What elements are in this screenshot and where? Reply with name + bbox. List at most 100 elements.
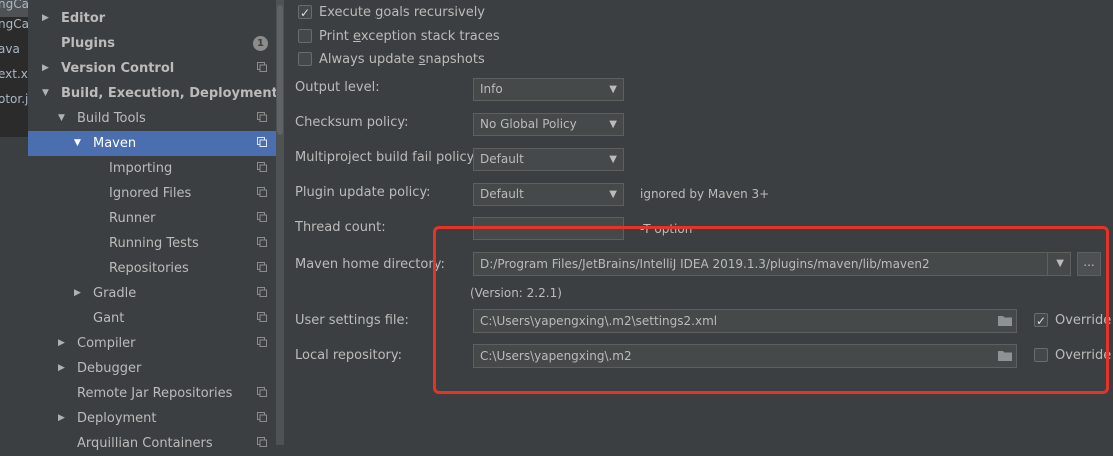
browse-maven-home-button[interactable]: ... bbox=[1077, 252, 1101, 276]
folder-icon[interactable] bbox=[998, 350, 1012, 361]
local-repository-label: Local repository: bbox=[295, 348, 402, 363]
checksum-policy-select[interactable]: No Global Policy ▼ bbox=[473, 113, 624, 136]
tree-item-build-execution-deployment[interactable]: ▼ Build, Execution, Deployment bbox=[28, 81, 278, 106]
tree-item-build-tools[interactable]: ▼ Build Tools bbox=[28, 106, 276, 131]
chevron-down-icon[interactable]: ▼ bbox=[58, 106, 65, 131]
checkbox-label: xception stack traces bbox=[360, 29, 500, 44]
override-checkbox[interactable] bbox=[1034, 310, 1048, 332]
tree-item-label: Editor bbox=[61, 11, 106, 26]
tree-item-plugins[interactable]: Plugins 1 bbox=[28, 31, 276, 56]
tree-item-editor[interactable]: ▶ Editor bbox=[28, 6, 276, 31]
tree-item-arquillian-containers[interactable]: Arquillian Containers bbox=[28, 431, 276, 456]
editor-tab[interactable]: ava bbox=[0, 37, 28, 62]
project-scope-icon bbox=[257, 137, 267, 147]
project-scope-icon bbox=[257, 237, 267, 247]
execute-goals-checkbox[interactable] bbox=[298, 2, 312, 24]
project-scope-icon bbox=[257, 287, 267, 297]
select-value: Default bbox=[480, 187, 524, 201]
user-settings-input[interactable]: C:\Users\yapengxing\.m2\settings2.xml bbox=[473, 309, 1017, 333]
select-value: Default bbox=[480, 152, 524, 166]
chevron-down-icon: ▼ bbox=[609, 189, 617, 200]
chevron-down-icon: ▼ bbox=[609, 154, 617, 165]
editor-tab-strip: ngCa ngCa ava ext.xr otor.ja bbox=[0, 0, 28, 445]
local-repository-override[interactable]: Override bbox=[1034, 345, 1111, 367]
tree-item-repositories[interactable]: Repositories bbox=[28, 256, 276, 281]
project-scope-icon bbox=[257, 262, 267, 272]
chevron-down-icon[interactable]: ▼ bbox=[42, 81, 49, 106]
project-scope-icon bbox=[257, 337, 267, 347]
editor-tab[interactable]: ext.xr bbox=[0, 62, 28, 87]
combo-separator bbox=[1047, 253, 1048, 275]
maven-settings-panel: Execute goals recursively Print exceptio… bbox=[284, 0, 1113, 445]
update-snapshots-checkbox[interactable] bbox=[298, 52, 312, 66]
override-label: Override bbox=[1055, 348, 1112, 363]
folder-icon[interactable] bbox=[998, 315, 1012, 326]
tree-item-compiler[interactable]: ▶ Compiler bbox=[28, 331, 276, 356]
update-count-badge: 1 bbox=[253, 36, 268, 51]
tree-item-label: Plugins bbox=[61, 36, 115, 51]
tree-item-label: Repositories bbox=[109, 261, 189, 276]
chevron-right-icon[interactable]: ▶ bbox=[58, 356, 65, 381]
settings-tree: ▶ Editor Plugins 1 ▶ Version Control ▼ Build, E… bbox=[28, 0, 278, 451]
output-level-select[interactable]: Info ▼ bbox=[473, 78, 624, 101]
tree-scrollbar[interactable] bbox=[276, 0, 284, 445]
thread-count-note: -T option bbox=[640, 222, 693, 236]
update-snapshots-checkbox-row[interactable]: Always update snapshots bbox=[298, 49, 485, 71]
tree-item-deployment[interactable]: ▶ Deployment bbox=[28, 406, 276, 431]
chevron-down-icon: ▼ bbox=[609, 84, 617, 95]
scrollbar-thumb[interactable] bbox=[277, 5, 283, 135]
editor-tab[interactable]: otor.ja bbox=[0, 87, 28, 112]
checksum-policy-label: Checksum policy: bbox=[295, 115, 409, 130]
tree-item-label: Build, Execution, Deployment bbox=[61, 86, 278, 101]
tree-item-running-tests[interactable]: Running Tests bbox=[28, 231, 276, 256]
tree-item-runner[interactable]: Runner bbox=[28, 206, 276, 231]
tree-item-label: Arquillian Containers bbox=[77, 436, 213, 451]
chevron-right-icon[interactable]: ▶ bbox=[58, 331, 65, 356]
editor-tab[interactable]: ngCa bbox=[0, 12, 28, 37]
maven-home-label: Maven home directory: bbox=[295, 257, 445, 272]
print-exception-checkbox[interactable] bbox=[298, 29, 312, 43]
tree-item-gant[interactable]: Gant bbox=[28, 306, 276, 331]
editor-strip-empty bbox=[0, 137, 28, 445]
chevron-down-icon[interactable]: ▼ bbox=[1056, 253, 1064, 275]
tree-item-label: Ignored Files bbox=[109, 186, 192, 201]
select-value: D:/Program Files/JetBrains/IntelliJ IDEA… bbox=[480, 257, 930, 271]
chevron-right-icon[interactable]: ▶ bbox=[42, 6, 49, 31]
tree-item-label: Version Control bbox=[61, 61, 175, 76]
tree-item-gradle[interactable]: ▶ Gradle bbox=[28, 281, 276, 306]
multiproject-fail-select[interactable]: Default ▼ bbox=[473, 148, 624, 171]
chevron-right-icon[interactable]: ▶ bbox=[42, 56, 49, 81]
chevron-right-icon[interactable]: ▶ bbox=[58, 406, 65, 431]
execute-goals-checkbox-row[interactable]: Execute goals recursively bbox=[298, 2, 485, 24]
tree-item-label: Running Tests bbox=[109, 236, 199, 251]
plugin-update-note: ignored by Maven 3+ bbox=[640, 187, 770, 201]
project-scope-icon bbox=[257, 112, 267, 122]
checkbox-label: oals recursively bbox=[383, 5, 485, 20]
print-exception-checkbox-row[interactable]: Print exception stack traces bbox=[298, 26, 500, 48]
plugin-update-select[interactable]: Default ▼ bbox=[473, 183, 624, 206]
output-level-label: Output level: bbox=[295, 80, 380, 95]
tree-item-version-control[interactable]: ▶ Version Control bbox=[28, 56, 276, 81]
local-repository-input[interactable]: C:\Users\yapengxing\.m2 bbox=[473, 344, 1017, 368]
checkbox-label: Always update bbox=[319, 52, 419, 67]
tree-item-ignored-files[interactable]: Ignored Files bbox=[28, 181, 276, 206]
project-scope-icon bbox=[257, 387, 267, 397]
plugin-update-label: Plugin update policy: bbox=[295, 185, 431, 200]
override-checkbox[interactable] bbox=[1034, 348, 1048, 362]
chevron-right-icon[interactable]: ▶ bbox=[74, 281, 81, 306]
project-scope-icon bbox=[257, 312, 267, 322]
project-scope-icon bbox=[257, 212, 267, 222]
tree-item-debugger[interactable]: ▶ Debugger bbox=[28, 356, 276, 381]
maven-version-text: (Version: 2.2.1) bbox=[470, 286, 562, 300]
user-settings-label: User settings file: bbox=[295, 313, 409, 328]
tree-item-maven[interactable]: ▼ Maven bbox=[28, 131, 276, 156]
chevron-down-icon[interactable]: ▼ bbox=[74, 131, 81, 156]
tree-item-label: Compiler bbox=[77, 336, 136, 351]
tree-item-label: Gradle bbox=[93, 286, 137, 301]
user-settings-override[interactable]: Override bbox=[1034, 310, 1111, 332]
maven-home-select[interactable]: D:/Program Files/JetBrains/IntelliJ IDEA… bbox=[473, 252, 1071, 276]
tree-item-importing[interactable]: Importing bbox=[28, 156, 276, 181]
tree-item-remote-jar-repositories[interactable]: Remote Jar Repositories bbox=[28, 381, 276, 406]
tree-item-label: Importing bbox=[109, 161, 173, 176]
thread-count-input[interactable] bbox=[473, 217, 624, 240]
